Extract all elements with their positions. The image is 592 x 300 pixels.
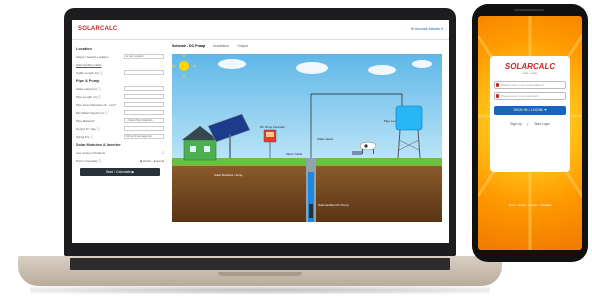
- get-location-button[interactable]: ⊕ Get Location: [124, 54, 164, 59]
- user-icon: [496, 83, 499, 87]
- use-custom-label: Use Custom Products: [76, 150, 106, 155]
- sizing-for-label: Sizing For ⓘ: [76, 134, 94, 139]
- pipe-pump-section-title: Pipe & Pump: [76, 79, 100, 83]
- pipe-inner-diameter-label: Pipe Inner Diameter (& - mm)*: [76, 102, 117, 107]
- static-head-input[interactable]: [124, 86, 164, 91]
- min-water-depth-input[interactable]: [124, 110, 164, 115]
- password-field[interactable]: Please enter your password: [494, 92, 566, 100]
- pipe-length-label: Pipe Length (m) ⓘ: [76, 94, 102, 99]
- pump-scheme-diagram: Solar Modules / Array DC Pump Controller…: [172, 54, 442, 222]
- pump-controller-radio-group[interactable]: ◉ Inbuilt ○ External: [140, 159, 164, 163]
- calculate-button[interactable]: Start / Calculate ▶: [80, 168, 160, 176]
- output-input[interactable]: [124, 126, 164, 131]
- pipe-material-select[interactable]: -- Select Pipe Material --: [124, 118, 164, 123]
- static-head-label: Static Head (m) ⓘ: [76, 86, 101, 91]
- cable-length-label: Cable Length (m) ⓘ: [76, 70, 104, 75]
- solar-modules-section-title: Solar Modules & Inverter: [76, 143, 121, 147]
- pipe-length-input[interactable]: [124, 94, 164, 99]
- solar-modules-label: Solar Modules / Array: [214, 173, 243, 177]
- tab-irradiation[interactable]: Irradiation: [213, 44, 229, 48]
- auth-links: Sign Up | Start Login: [510, 122, 550, 126]
- controller-label: DC Pump Controller: [260, 125, 285, 129]
- email-field[interactable]: Please enter your email address: [494, 81, 566, 89]
- phone-logo: SOLARCALC solar + water: [504, 62, 556, 75]
- input-sidebar: Location Select / Search Location ⊕ Get …: [72, 41, 168, 231]
- laptop-keyboard: [70, 258, 450, 270]
- laptop-shadow: [30, 286, 490, 294]
- signin-button[interactable]: SIGN IN / LOGIN ➜: [494, 106, 566, 115]
- start-login-link[interactable]: Start Login: [534, 122, 549, 126]
- motor-cable-label: Motor Cable: [286, 152, 303, 156]
- phone-speaker: [514, 9, 544, 11]
- min-water-depth-label: Min Water Depth (m) ⓘ: [76, 110, 108, 115]
- phone-footer-links[interactable]: Terms · Privacy · Contact · Calculator: [478, 204, 582, 207]
- static-head-diagram-label: Static Head: [317, 137, 333, 141]
- phone-screen: SOLARCALC solar + water Please enter you…: [478, 16, 582, 250]
- result-tabs: Scheme - DC Pump Irradiation Output: [172, 44, 248, 48]
- app-logo[interactable]: SOLARCALC: [78, 26, 117, 32]
- product-mockup: SOLARCALC Hi Anumak Mahato ▾ Location Se…: [0, 0, 592, 300]
- pump-controller-label: Pump Controller ⓘ: [76, 158, 102, 163]
- submersible-cable-label: Submersible Cable: [76, 62, 102, 67]
- use-custom-checkbox[interactable]: ☐: [161, 151, 164, 155]
- user-menu[interactable]: Hi Anumak Mahato ▾: [411, 27, 443, 31]
- signup-link[interactable]: Sign Up: [510, 122, 521, 126]
- tab-scheme[interactable]: Scheme - DC Pump: [172, 44, 205, 48]
- location-section-title: Location: [76, 47, 92, 51]
- login-card: SOLARCALC solar + water Please enter you…: [490, 56, 570, 172]
- laptop-notch: [218, 272, 302, 276]
- tab-output[interactable]: Output: [237, 44, 248, 48]
- output-label: Output ft³ / day ⓘ: [76, 126, 100, 131]
- pipe-material-label: Pipe Material*: [76, 118, 95, 123]
- select-location-label: Select / Search Location: [76, 54, 109, 59]
- pump-label: Submersible DC Pump: [318, 203, 349, 207]
- sizing-for-select[interactable]: Sizing for average day: [124, 134, 164, 139]
- cable-length-input[interactable]: [124, 70, 164, 75]
- pipe-inner-diameter-input[interactable]: [124, 102, 164, 107]
- lock-icon: [496, 94, 499, 98]
- laptop-screen: SOLARCALC Hi Anumak Mahato ▾ Location Se…: [72, 20, 449, 243]
- app-header: SOLARCALC Hi Anumak Mahato ▾: [72, 20, 449, 40]
